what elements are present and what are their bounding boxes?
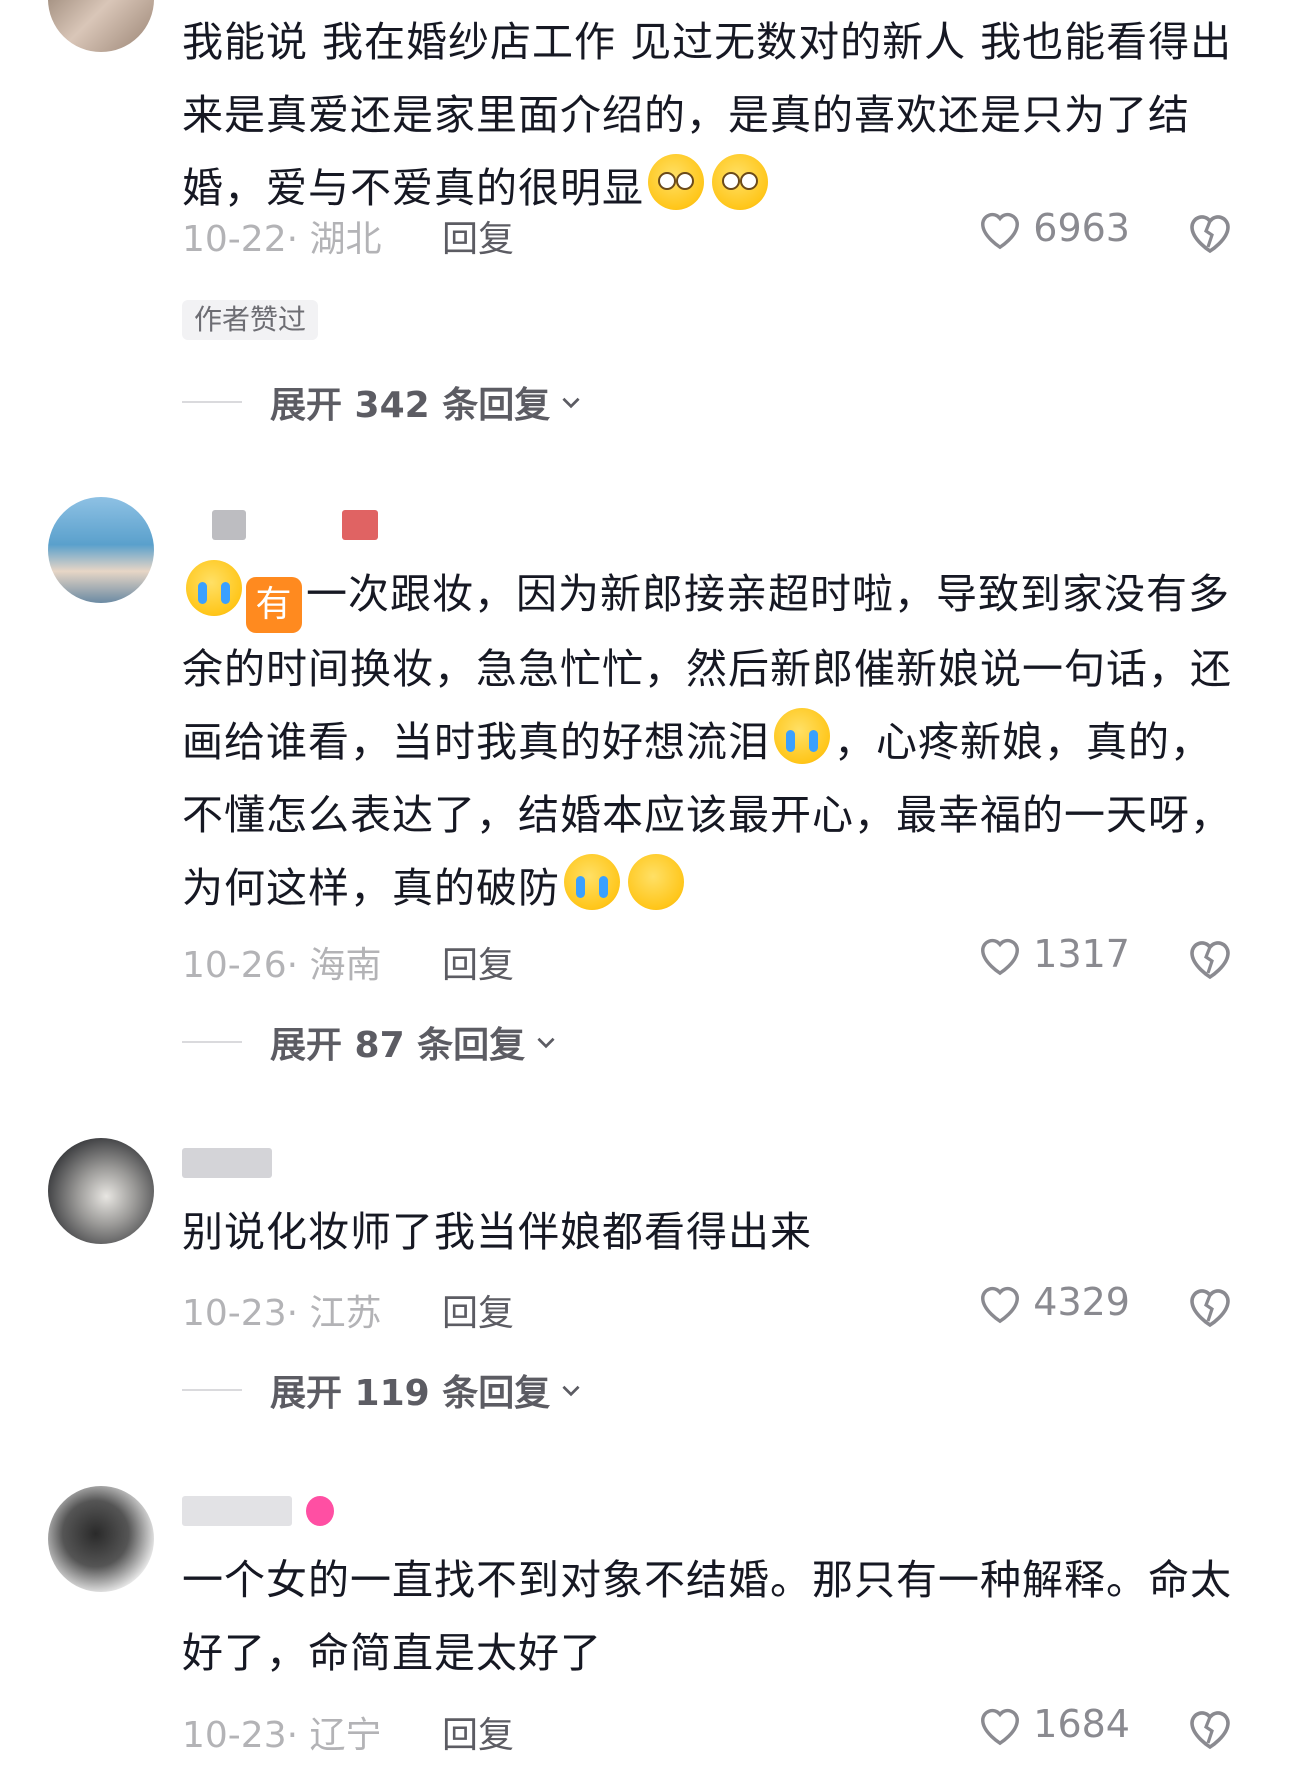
comment-text-content: 我能说 我在婚纱店工作 见过无数对的新人 我也能看得出来是真爱还是家里面介绍的，… (182, 18, 1233, 212)
avatar[interactable] (48, 497, 154, 603)
comment-text: 有一次跟妆，因为新郎接亲超时啦，导致到家没有多余的时间换妆，急急忙忙，然后新郎催… (182, 558, 1242, 925)
comment-date: 10-23 (182, 1715, 287, 1756)
heart-outline-icon (981, 212, 1020, 250)
expand-replies-label: 展开 87 条回复 (270, 1025, 526, 1066)
broken-heart-icon[interactable] (1186, 1282, 1234, 1328)
comment-text-content: 别说化妆师了我当伴娘都看得出来 (182, 1208, 812, 1256)
avatar[interactable] (48, 1138, 154, 1244)
username-blur (342, 510, 378, 540)
reply-button[interactable]: 回复 (442, 210, 514, 262)
flushed-face-emoji (712, 154, 768, 210)
chevron-down-icon (537, 1037, 555, 1049)
like-button[interactable]: 1317 (977, 932, 1130, 976)
comment-date-location: 10-26· 海南 (182, 936, 382, 988)
heart-arrow-emoji (306, 1496, 334, 1526)
heart-outline-icon (981, 1708, 1020, 1746)
comment-text-content: 一个女的一直找不到对象不结婚。那只有一种解释。命太好了，命简直是太好了 (182, 1556, 1232, 1677)
like-count: 6963 (1033, 206, 1130, 250)
like-button[interactable]: 6963 (977, 206, 1130, 250)
reply-button[interactable]: 回复 (442, 1284, 514, 1336)
comment-date-location: 10-23· 辽宁 (182, 1706, 382, 1758)
comment-date: 10-26 (182, 945, 287, 986)
flushed-face-emoji (648, 154, 704, 210)
expand-replies-button[interactable]: 展开 87 条回复 (182, 1016, 559, 1068)
face-holding-back-tears-emoji (628, 854, 684, 910)
chevron-down-icon (562, 397, 580, 409)
expand-replies-label: 展开 342 条回复 (270, 385, 551, 426)
reply-button[interactable]: 回复 (442, 1706, 514, 1758)
reply-button[interactable]: 回复 (442, 936, 514, 988)
comment-date: 10-23 (182, 1293, 287, 1334)
comment-date-location: 10-23· 江苏 (182, 1284, 382, 1336)
loudly-crying-face-emoji (774, 708, 830, 764)
like-button[interactable]: 4329 (977, 1280, 1130, 1324)
expand-replies-label: 展开 119 条回复 (270, 1373, 551, 1414)
expand-replies-button[interactable]: 展开 342 条回复 (182, 376, 584, 428)
like-count: 1317 (1033, 932, 1130, 976)
username (182, 1496, 362, 1526)
comment-location: · 辽宁 (286, 1715, 382, 1756)
heart-outline-icon (981, 1286, 1020, 1324)
comment-location: · 湖北 (286, 219, 382, 260)
comment-text: 别说化妆师了我当伴娘都看得出来 (182, 1196, 1242, 1269)
comment-date: 10-22 (182, 219, 287, 260)
divider-line (182, 1041, 242, 1043)
broken-heart-icon[interactable] (1186, 208, 1234, 254)
text-badge: 有 (246, 577, 302, 633)
comment-location: · 江苏 (286, 1293, 382, 1334)
username (182, 510, 442, 540)
like-count: 4329 (1033, 1280, 1130, 1324)
loudly-crying-face-emoji (564, 854, 620, 910)
comment-date-location: 10-22· 湖北 (182, 210, 382, 262)
like-count: 1684 (1033, 1702, 1130, 1746)
divider-line (182, 1389, 242, 1391)
divider-line (182, 401, 242, 403)
comment-location: · 海南 (286, 945, 382, 986)
broken-heart-icon[interactable] (1186, 934, 1234, 980)
chevron-down-icon (562, 1385, 580, 1397)
author-liked-badge: 作者赞过 (182, 300, 319, 340)
username-blur (182, 1148, 272, 1178)
username (182, 1148, 302, 1178)
comment-text: 一个女的一直找不到对象不结婚。那只有一种解释。命太好了，命简直是太好了 (182, 1544, 1242, 1690)
loudly-crying-face-emoji (186, 560, 242, 616)
heart-outline-icon (981, 938, 1020, 976)
username-blur (182, 1496, 292, 1526)
broken-heart-icon[interactable] (1186, 1704, 1234, 1750)
expand-replies-button[interactable]: 展开 119 条回复 (182, 1364, 584, 1416)
like-button[interactable]: 1684 (977, 1702, 1130, 1746)
avatar[interactable] (48, 1486, 154, 1592)
username-blur (212, 510, 246, 540)
avatar[interactable] (48, 0, 154, 52)
comment-text: 我能说 我在婚纱店工作 见过无数对的新人 我也能看得出来是真爱还是家里面介绍的，… (182, 6, 1242, 225)
